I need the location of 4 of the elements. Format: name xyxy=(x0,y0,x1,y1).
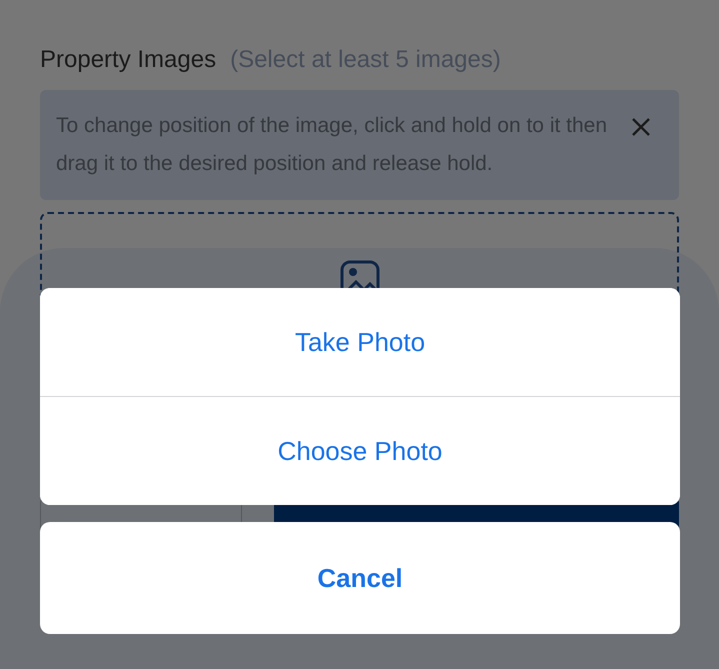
sheet-option[interactable]: Choose Photo xyxy=(40,396,680,505)
close-icon[interactable] xyxy=(631,117,651,137)
section-title: Property Images xyxy=(40,46,216,74)
cancel-button[interactable]: Cancel xyxy=(40,522,680,634)
